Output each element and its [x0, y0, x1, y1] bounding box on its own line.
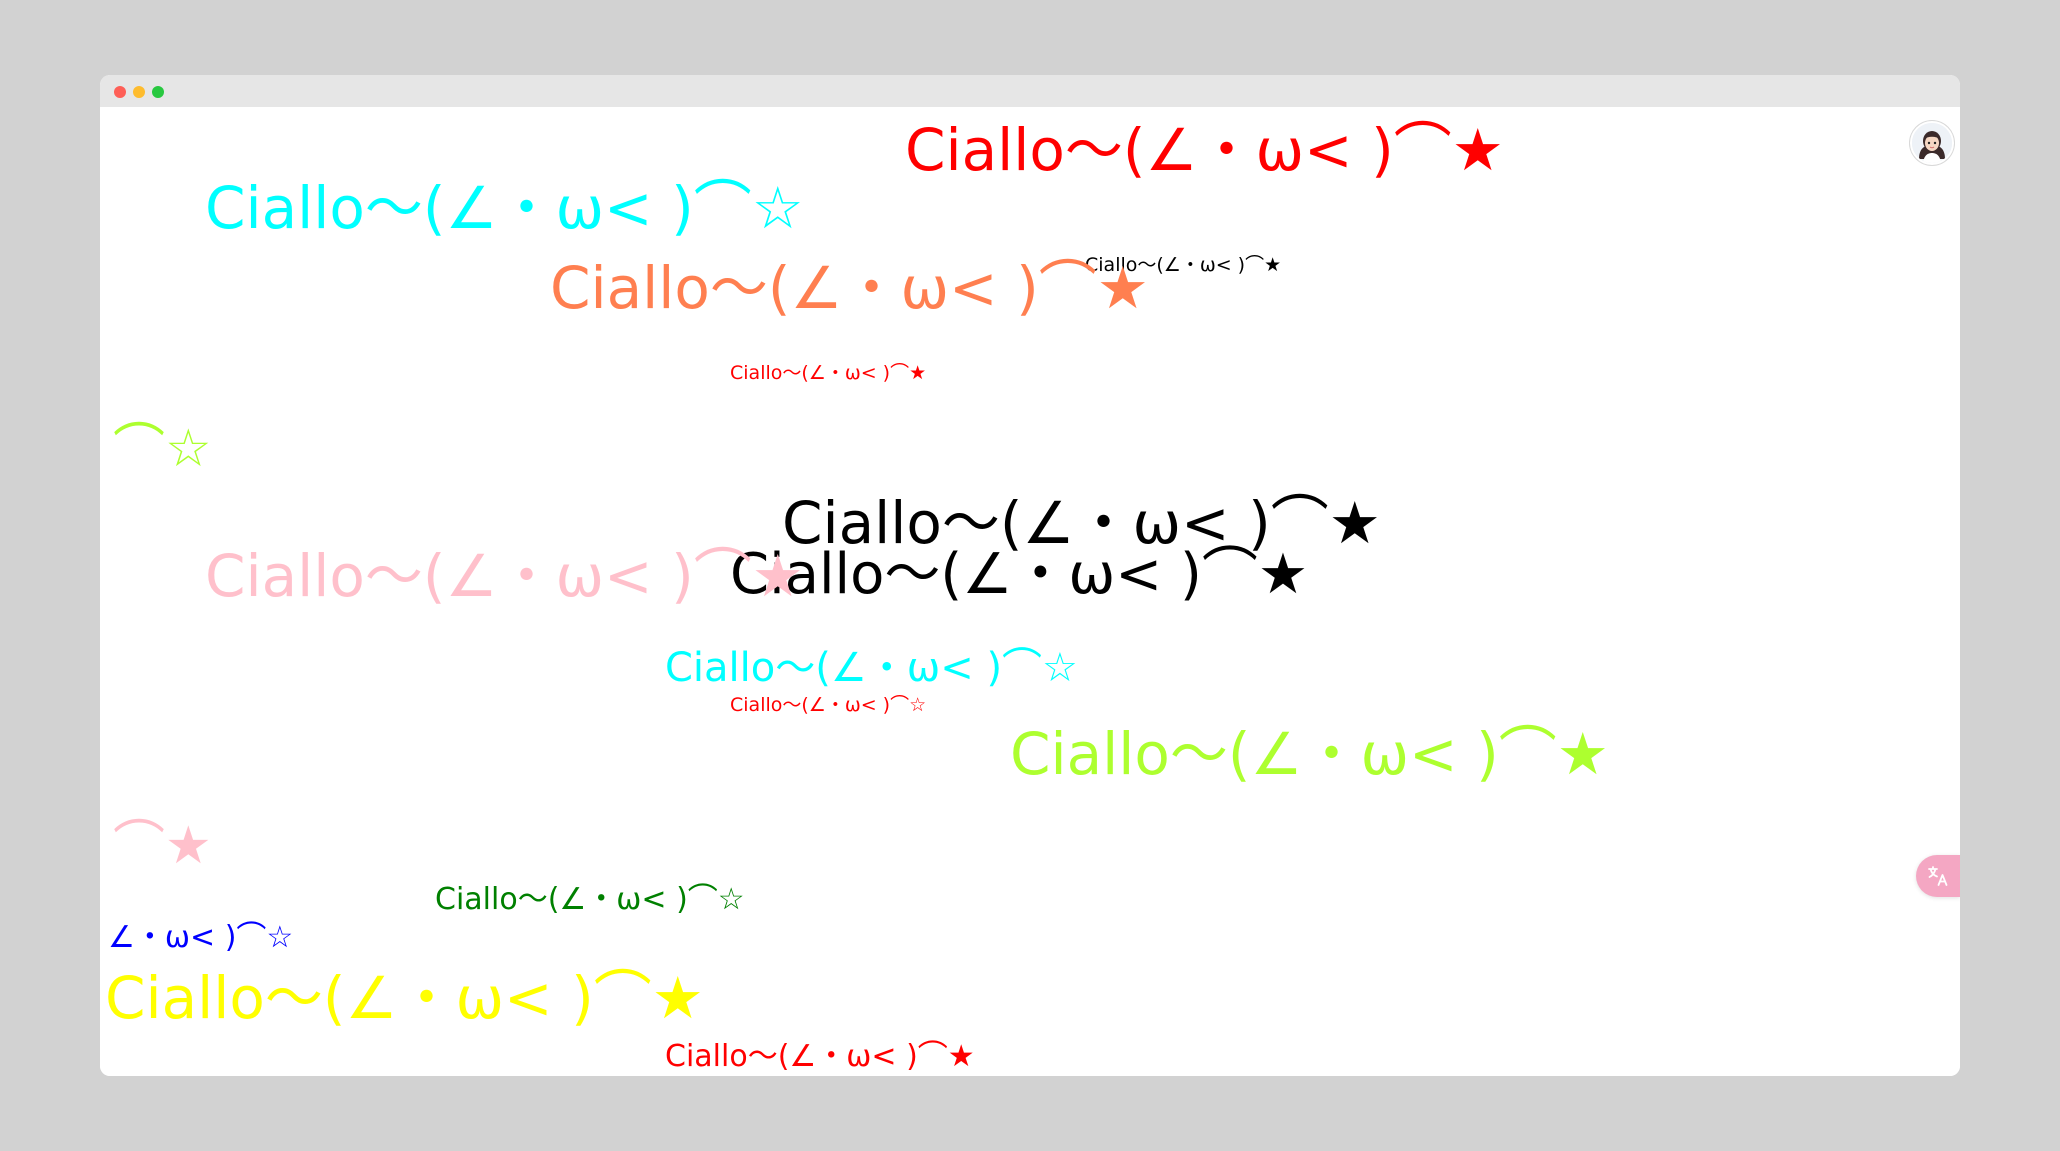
browser-window: Ciallo～(∠・ω< )⌒★ Ciallo～(∠・ω< )⌒☆ Ciallo…	[100, 75, 1960, 1076]
ciallo-text: Ciallo～(∠・ω< )⌒★	[550, 254, 1149, 322]
ciallo-text: Ciallo～(∠・ω< )⌒★	[1010, 720, 1609, 788]
ciallo-text: Ciallo～(∠・ω< )⌒☆	[665, 645, 1078, 691]
ciallo-text: ⌒☆	[113, 419, 212, 479]
user-avatar[interactable]	[1910, 121, 1954, 165]
ciallo-text: Ciallo～(∠・ω< )⌒★	[105, 964, 704, 1032]
page-canvas: Ciallo～(∠・ω< )⌒★ Ciallo～(∠・ω< )⌒☆ Ciallo…	[100, 107, 1960, 1076]
ciallo-text: Ciallo～(∠・ω< )⌒★	[205, 542, 804, 610]
ciallo-text: Ciallo～(∠・ω< )⌒★	[730, 542, 1309, 607]
ciallo-text: Ciallo～(∠・ω< )⌒☆	[205, 174, 804, 242]
ciallo-text: ∠・ω< )⌒☆	[108, 920, 294, 955]
translate-button[interactable]	[1916, 855, 1960, 897]
translate-icon	[1928, 866, 1948, 886]
title-bar	[100, 75, 1960, 107]
avatar-icon	[1912, 123, 1952, 163]
ciallo-text: Ciallo～(∠・ω< )⌒★	[730, 362, 927, 384]
minimize-window-button[interactable]	[133, 86, 145, 98]
close-window-button[interactable]	[114, 86, 126, 98]
maximize-window-button[interactable]	[152, 86, 164, 98]
ciallo-text: Ciallo～(∠・ω< )⌒★	[665, 1039, 975, 1074]
ciallo-text: Ciallo～(∠・ω< )⌒☆	[730, 694, 927, 716]
ciallo-text: Ciallo～(∠・ω< )⌒★	[905, 116, 1504, 184]
ciallo-text: ⌒★	[113, 816, 212, 876]
ciallo-text: Ciallo～(∠・ω< )⌒☆	[435, 882, 745, 917]
